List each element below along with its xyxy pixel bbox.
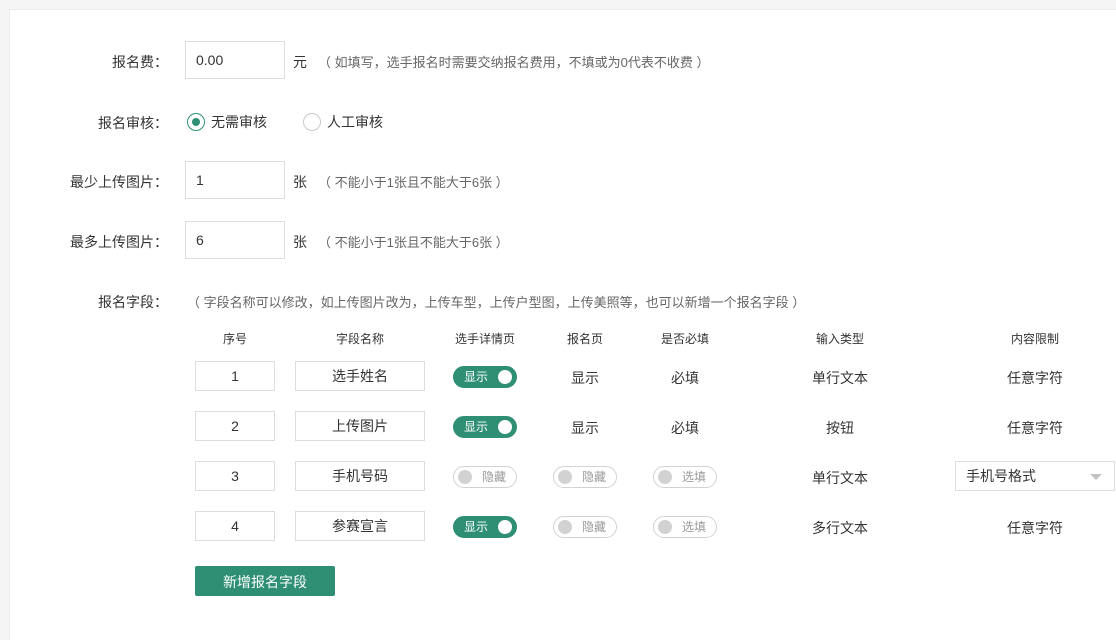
fee-hint: （ 如填写，选手报名时需要交纳报名费用，不填或为0代表不收费 ） <box>318 55 710 70</box>
switch-knob-icon <box>498 420 512 434</box>
add-signup-field-button[interactable]: 新增报名字段 <box>195 566 335 596</box>
header-index: 序号 <box>222 332 247 346</box>
max-upload-input[interactable] <box>185 221 285 259</box>
row2-name-input[interactable] <box>295 411 425 441</box>
fee-unit: 元 <box>293 54 307 70</box>
row3-required-switch-label: 选填 <box>682 470 707 484</box>
max-upload-hint: （ 不能小于1张且不能大于6张 ） <box>318 235 509 250</box>
row1-name-input[interactable] <box>295 361 425 391</box>
review-label: 报名审核： <box>98 115 168 131</box>
header-required: 是否必填 <box>660 332 709 346</box>
radio-checked-icon <box>187 113 205 131</box>
row4-signup-switch[interactable]: 隐藏 <box>553 516 617 538</box>
min-upload-input[interactable] <box>185 161 285 199</box>
row4-detail-switch-label: 显示 <box>464 520 489 534</box>
fee-label: 报名费： <box>112 54 168 70</box>
row2-signup-text: 显示 <box>571 420 599 436</box>
row4-index-input[interactable] <box>195 511 275 541</box>
min-upload-unit: 张 <box>293 174 307 190</box>
switch-knob-icon <box>658 470 672 484</box>
fields-hint: （ 字段名称可以修改，如上传图片改为，上传车型，上传户型图，上传美照等，也可以新… <box>187 295 806 310</box>
switch-knob-icon <box>458 470 472 484</box>
row3-detail-switch[interactable]: 隐藏 <box>453 466 517 488</box>
switch-knob-icon <box>498 520 512 534</box>
caret-down-icon <box>1090 474 1102 480</box>
radio-unchecked-icon <box>303 113 321 131</box>
row2-input-type: 按钮 <box>826 420 854 436</box>
switch-knob-icon <box>658 520 672 534</box>
row3-signup-switch[interactable]: 隐藏 <box>553 466 617 488</box>
row3-name-input[interactable] <box>295 461 425 491</box>
row2-required-text: 必填 <box>671 420 699 436</box>
row4-limit-text: 任意字符 <box>1007 520 1063 536</box>
header-input-type: 输入类型 <box>815 332 864 346</box>
header-detail-page: 选手详情页 <box>454 332 515 346</box>
row3-limit-select[interactable]: 手机号格式 <box>955 461 1115 491</box>
row1-required-text: 必填 <box>671 370 699 386</box>
row1-signup-text: 显示 <box>571 370 599 386</box>
radio-no-review[interactable]: 无需审核 <box>187 112 267 132</box>
row1-index-input[interactable] <box>195 361 275 391</box>
row2-detail-switch-label: 显示 <box>464 420 489 434</box>
max-upload-label: 最多上传图片： <box>70 234 168 250</box>
radio-manual-review[interactable]: 人工审核 <box>303 112 383 132</box>
row3-limit-select-value: 手机号格式 <box>966 468 1036 484</box>
radio-manual-review-label: 人工审核 <box>327 114 383 130</box>
row4-required-switch[interactable]: 选填 <box>653 516 717 538</box>
row1-detail-switch-label: 显示 <box>464 370 489 384</box>
row2-detail-switch[interactable]: 显示 <box>453 416 517 438</box>
row1-limit-text: 任意字符 <box>1007 370 1063 386</box>
row3-detail-switch-label: 隐藏 <box>482 470 507 484</box>
fee-input[interactable] <box>185 41 285 79</box>
row3-input-type: 单行文本 <box>812 470 868 486</box>
row4-signup-switch-label: 隐藏 <box>582 520 607 534</box>
row4-detail-switch[interactable]: 显示 <box>453 516 517 538</box>
header-field-name: 字段名称 <box>335 332 384 346</box>
form-panel <box>9 9 1116 640</box>
switch-knob-icon <box>558 520 572 534</box>
row3-signup-switch-label: 隐藏 <box>582 470 607 484</box>
row4-input-type: 多行文本 <box>812 520 868 536</box>
min-upload-hint: （ 不能小于1张且不能大于6张 ） <box>318 175 509 190</box>
row1-input-type: 单行文本 <box>812 370 868 386</box>
min-upload-label: 最少上传图片： <box>70 174 168 190</box>
fields-label: 报名字段： <box>98 294 168 310</box>
switch-knob-icon <box>558 470 572 484</box>
row3-required-switch[interactable]: 选填 <box>653 466 717 488</box>
radio-no-review-label: 无需审核 <box>211 114 267 130</box>
header-content-limit: 内容限制 <box>1010 332 1059 346</box>
switch-knob-icon <box>498 370 512 384</box>
row2-limit-text: 任意字符 <box>1007 420 1063 436</box>
row4-required-switch-label: 选填 <box>682 520 707 534</box>
row4-name-input[interactable] <box>295 511 425 541</box>
row1-detail-switch[interactable]: 显示 <box>453 366 517 388</box>
row3-index-input[interactable] <box>195 461 275 491</box>
max-upload-unit: 张 <box>293 234 307 250</box>
row2-index-input[interactable] <box>195 411 275 441</box>
header-signup-page: 报名页 <box>566 332 603 346</box>
